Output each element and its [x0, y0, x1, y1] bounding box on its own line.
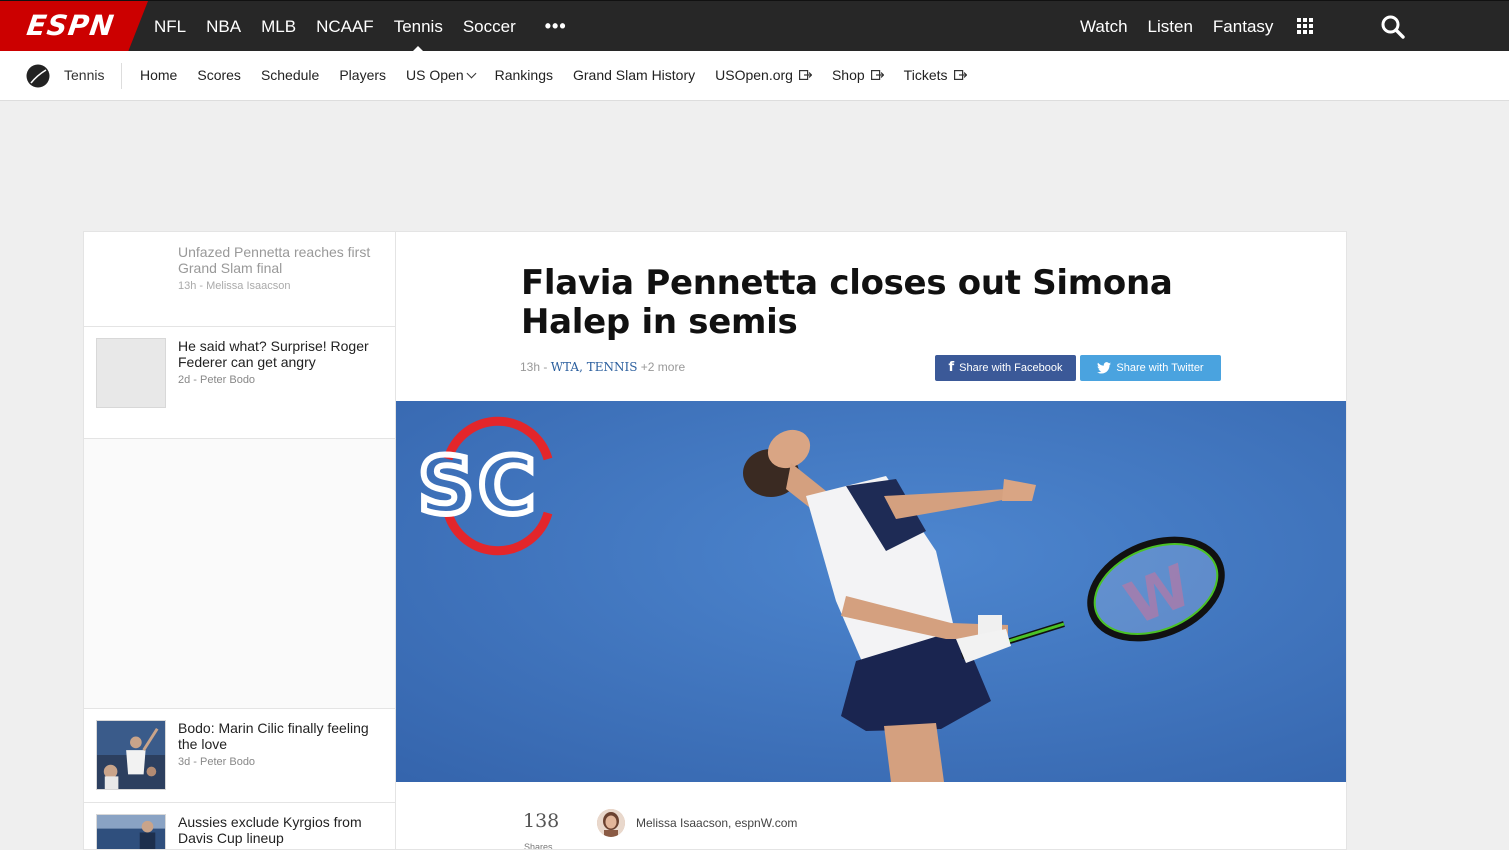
- facebook-icon: f: [948, 360, 955, 375]
- hero-image-pennetta-celebrating[interactable]: SC W: [396, 401, 1347, 782]
- rail-story[interactable]: Bodo: Marin Cilic finally feeling the lo…: [84, 709, 395, 803]
- subnav-us-open-label: US Open: [406, 67, 464, 83]
- subnav-schedule[interactable]: Schedule: [261, 67, 319, 83]
- subnav-grand-slam-history[interactable]: Grand Slam History: [573, 67, 695, 83]
- tag-link-wta[interactable]: WTA: [551, 360, 579, 374]
- logo-wordmark: ESPN: [24, 9, 117, 42]
- share-twitter-label: Share with Twitter: [1116, 362, 1204, 374]
- subnav-scores-label: Scores: [197, 67, 241, 83]
- subnav-schedule-label: Schedule: [260, 67, 320, 83]
- external-link-icon: [798, 70, 812, 80]
- search-icon[interactable]: [1380, 14, 1406, 40]
- article-time: 13h: [520, 360, 541, 374]
- rail-story[interactable]: He said what? Surprise! Roger Federer ca…: [84, 327, 395, 439]
- nav-item-listen[interactable]: Listen: [1148, 1, 1193, 52]
- twitter-bird-icon: [1097, 362, 1112, 374]
- subnav-players[interactable]: Players: [339, 67, 386, 83]
- rail-ad-slot: [84, 439, 395, 709]
- rail-story-meta: 3d - Peter Bodo: [178, 756, 256, 768]
- rail-story-headline[interactable]: He said what? Surprise! Roger Federer ca…: [178, 338, 378, 370]
- article-title: Flavia Pennetta closes out Simona Halep …: [521, 263, 1173, 342]
- tag-separator: ,: [579, 360, 587, 374]
- top-navigation-bar: ESPN NFL NBA MLB NCAAF Tennis Soccer •••…: [0, 0, 1509, 52]
- subnav-usopen-org-label: USOpen.org: [715, 67, 793, 83]
- rail-story-headline[interactable]: Aussies exclude Kyrgios from Davis Cup l…: [178, 814, 378, 846]
- story-thumbnail-cilic[interactable]: [96, 720, 166, 790]
- author-byline[interactable]: Melissa Isaacson, espnW.com: [636, 816, 797, 830]
- subnav-home-label: Home: [140, 67, 178, 83]
- more-sports-button[interactable]: •••: [545, 1, 567, 52]
- nav-item-nfl[interactable]: NFL: [154, 1, 186, 52]
- meta-separator: -: [540, 360, 551, 374]
- subnav-players-label: Players: [339, 67, 387, 83]
- chevron-down-icon: [466, 68, 477, 78]
- tennis-ball-icon: [26, 64, 50, 88]
- nav-item-soccer[interactable]: Soccer: [463, 1, 516, 52]
- nav-item-ncaaf[interactable]: NCAAF: [316, 1, 374, 52]
- external-link-icon: [870, 70, 884, 80]
- subnav-scores[interactable]: Scores: [197, 67, 241, 83]
- nav-item-fantasy[interactable]: Fantasy: [1213, 1, 1273, 52]
- rail-story-meta: 13h - Melissa Isaacson: [178, 280, 291, 292]
- subnav-home[interactable]: Home: [140, 67, 177, 83]
- subnav-usopen-org[interactable]: USOpen.org: [715, 67, 812, 83]
- subnav-shop-label: Shop: [831, 67, 865, 83]
- related-stories-rail: Unfazed Pennetta reaches first Grand Sla…: [83, 231, 395, 850]
- more-tags-link[interactable]: +2 more: [641, 360, 685, 374]
- apps-grid-icon[interactable]: [1297, 18, 1313, 34]
- share-facebook-button[interactable]: f Share with Facebook: [935, 355, 1076, 381]
- rail-story[interactable]: Aussies exclude Kyrgios from Davis Cup l…: [84, 803, 395, 850]
- subnav-tickets-label: Tickets: [903, 67, 948, 83]
- nav-item-mlb[interactable]: MLB: [261, 1, 296, 52]
- nav-item-tennis[interactable]: Tennis: [394, 1, 443, 52]
- nav-item-nba[interactable]: NBA: [206, 1, 241, 52]
- story-thumbnail-placeholder[interactable]: [96, 338, 166, 408]
- subnav-divider: [121, 63, 122, 89]
- subnav-tickets[interactable]: Tickets: [904, 67, 967, 83]
- rail-story-headline[interactable]: Unfazed Pennetta reaches first Grand Sla…: [178, 244, 378, 276]
- author-avatar[interactable]: [597, 809, 625, 837]
- main-nav: NFL NBA MLB NCAAF Tennis Soccer •••: [154, 1, 567, 52]
- rail-story-meta: 2d - Peter Bodo: [178, 374, 256, 386]
- subnav-shop[interactable]: Shop: [832, 67, 884, 83]
- secondary-nav: Watch Listen Fantasy: [1080, 1, 1293, 52]
- subnav-rankings-label: Rankings: [494, 67, 553, 83]
- sc-watermark-text: SC: [418, 442, 539, 532]
- subnav-us-open-dropdown[interactable]: US Open: [406, 67, 477, 83]
- espn-logo[interactable]: ESPN: [0, 1, 148, 52]
- share-twitter-button[interactable]: Share with Twitter: [1080, 355, 1221, 381]
- nav-item-watch[interactable]: Watch: [1080, 1, 1128, 52]
- subnav-items: Home Scores Schedule Players US Open Ran…: [140, 51, 987, 99]
- share-count-label: Shares: [524, 842, 553, 850]
- subnav-rankings[interactable]: Rankings: [495, 67, 553, 83]
- rail-story-headline[interactable]: Bodo: Marin Cilic finally feeling the lo…: [178, 720, 378, 752]
- share-count: 138: [523, 810, 560, 832]
- sport-title[interactable]: Tennis: [64, 51, 104, 99]
- share-facebook-label: Share with Facebook: [959, 362, 1063, 374]
- tag-link-tennis[interactable]: TENNIS: [587, 360, 638, 374]
- sport-subnav: Tennis Home Scores Schedule Players US O…: [0, 51, 1509, 101]
- subnav-grand-slam-history-label: Grand Slam History: [572, 67, 696, 83]
- rail-story[interactable]: Unfazed Pennetta reaches first Grand Sla…: [84, 232, 395, 327]
- article-timestamp-tags: 13h - WTA, TENNIS +2 more: [520, 360, 685, 374]
- external-link-icon: [953, 70, 967, 80]
- story-thumbnail-kyrgios[interactable]: [96, 814, 166, 850]
- article-main: Flavia Pennetta closes out Simona Halep …: [395, 231, 1347, 850]
